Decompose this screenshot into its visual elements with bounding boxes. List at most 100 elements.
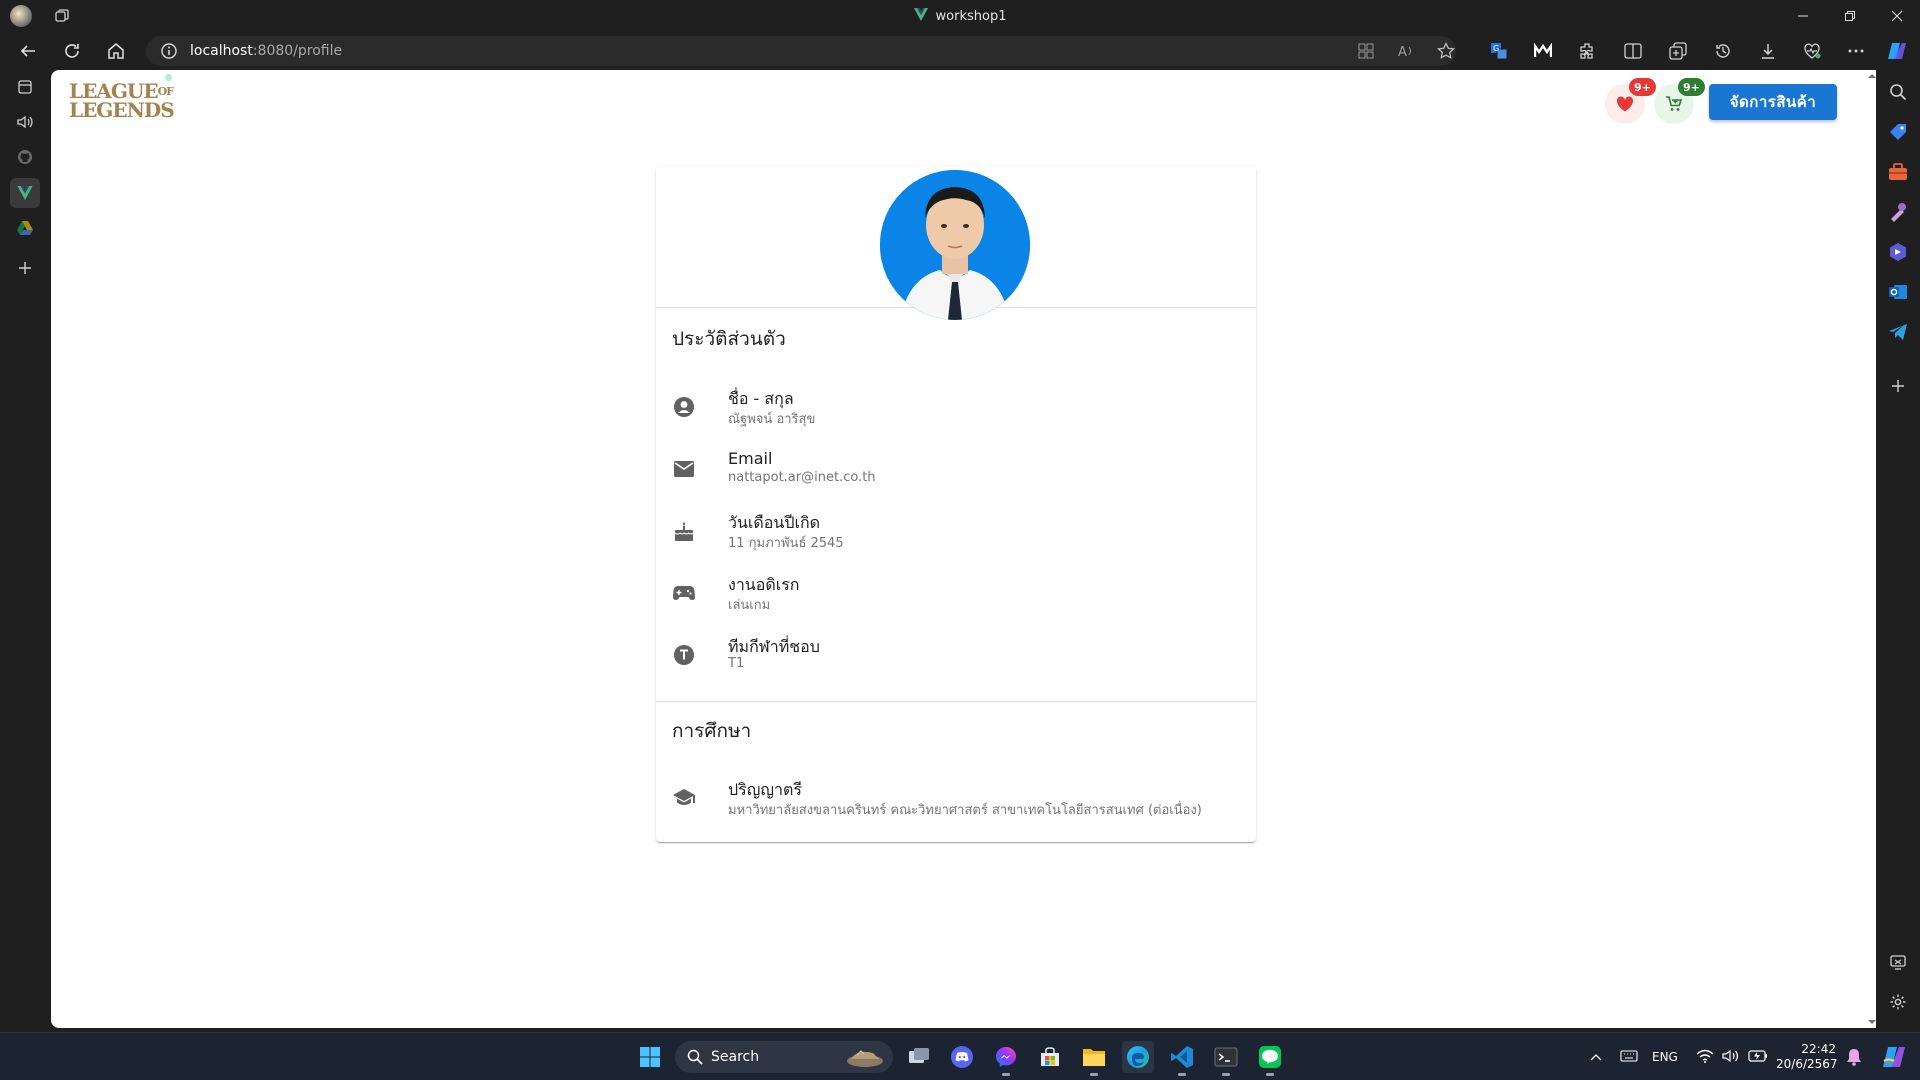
page-scrollbar[interactable] bbox=[1868, 70, 1876, 1028]
profile-item-fullname: ชื่อ - สกุล ณัฐพจน์ อาริสุข bbox=[656, 381, 1256, 441]
address-bar[interactable]: localhost:8080/profile bbox=[146, 36, 1456, 66]
downloads-icon[interactable] bbox=[1757, 40, 1779, 62]
close-button[interactable] bbox=[1874, 0, 1920, 32]
edge-browser-icon[interactable] bbox=[1122, 1041, 1154, 1073]
personal-history-heading: ประวัติส่วนตัว bbox=[672, 328, 786, 350]
svg-text:A: A bbox=[1398, 45, 1407, 59]
browser-title-bar: workshop1 bbox=[0, 0, 1920, 32]
cake-icon bbox=[672, 519, 696, 543]
favorites-button[interactable]: 9+ bbox=[1605, 78, 1656, 124]
back-button[interactable] bbox=[14, 37, 42, 65]
tab-workshop1-vue-icon[interactable] bbox=[10, 178, 40, 208]
manage-products-button[interactable]: จัดการสินค้า bbox=[1709, 84, 1837, 120]
collections-icon[interactable] bbox=[1667, 40, 1689, 62]
league-of-legends-logo[interactable]: LEAGUEOF LEGENDS bbox=[69, 81, 175, 126]
favorite-star-icon[interactable] bbox=[1435, 40, 1457, 62]
terminal-icon[interactable] bbox=[1210, 1041, 1242, 1076]
clock-time: 22:42 bbox=[1801, 1042, 1836, 1056]
taskbar-search-box[interactable]: Search bbox=[675, 1041, 893, 1073]
logo-of: OF bbox=[157, 85, 174, 98]
tab-audio-icon[interactable] bbox=[10, 107, 40, 137]
avatar-section bbox=[656, 166, 1256, 320]
sidebar-games-icon[interactable] bbox=[1886, 200, 1910, 224]
scroll-up-arrow-icon[interactable] bbox=[1868, 72, 1876, 80]
gamepad-icon bbox=[672, 581, 696, 605]
sidebar-telegram-icon[interactable] bbox=[1886, 320, 1910, 344]
sidebar-outlook-icon[interactable] bbox=[1886, 280, 1910, 304]
cart-button[interactable]: 9+ bbox=[1654, 78, 1705, 124]
new-tab-plus-icon[interactable] bbox=[10, 253, 40, 283]
cart-count-badge: 9+ bbox=[1678, 78, 1705, 96]
sidebar-screenshot-icon[interactable] bbox=[1886, 950, 1910, 974]
cart-plus-icon bbox=[1666, 96, 1683, 111]
windows-taskbar: Search ENG 22:42 20/6/2567 bbox=[0, 1032, 1920, 1080]
sidebar-add-icon[interactable] bbox=[1886, 374, 1910, 398]
window-title: workshop1 bbox=[0, 0, 1920, 32]
m-extension-icon[interactable] bbox=[1532, 40, 1554, 62]
web-page-viewport: LEAGUEOF LEGENDS 9+ 9+ จัดการสินค้า ประว… bbox=[51, 70, 1868, 1028]
history-icon[interactable] bbox=[1712, 40, 1734, 62]
scroll-down-arrow-icon[interactable] bbox=[1868, 1018, 1876, 1026]
search-label: Search bbox=[711, 1049, 760, 1065]
tab-github-icon[interactable] bbox=[10, 142, 40, 172]
vue-logo-icon bbox=[913, 7, 928, 25]
home-button[interactable] bbox=[102, 37, 130, 65]
profile-item-favorite-team: ทีมกีฬาที่ชอบ T1 bbox=[656, 629, 1256, 689]
translate-extension-icon[interactable]: G bbox=[1488, 40, 1510, 62]
start-button-windows-icon[interactable] bbox=[634, 1041, 666, 1073]
task-view-icon[interactable] bbox=[903, 1041, 935, 1073]
url-host: localhost bbox=[190, 43, 253, 59]
notifications-bell-icon[interactable] bbox=[1838, 1041, 1870, 1073]
vscode-icon[interactable] bbox=[1166, 1041, 1198, 1076]
tab-drive-icon[interactable] bbox=[10, 213, 40, 243]
sidebar-shopping-icon[interactable] bbox=[1886, 120, 1910, 144]
window-title-text: workshop1 bbox=[935, 8, 1007, 24]
sidebar-copilot-apps-icon[interactable] bbox=[1886, 240, 1910, 264]
browser-essentials-icon[interactable] bbox=[1801, 40, 1823, 62]
app-available-icon[interactable] bbox=[1355, 40, 1377, 62]
favorites-count-badge: 9+ bbox=[1629, 78, 1656, 96]
logo-line2: LEGENDS bbox=[69, 98, 175, 122]
sidebar-settings-icon[interactable] bbox=[1886, 990, 1910, 1014]
taskbar-clock[interactable]: 22:42 20/6/2567 bbox=[1776, 1042, 1838, 1072]
microsoft-store-icon[interactable] bbox=[1034, 1041, 1066, 1073]
profile-avatar bbox=[880, 170, 1030, 320]
birthdate-value: 11 กุมภาพันธ์ 2545 bbox=[728, 536, 844, 551]
messenger-icon[interactable] bbox=[990, 1041, 1022, 1076]
discord-icon[interactable] bbox=[946, 1041, 978, 1073]
svg-text:G: G bbox=[1493, 44, 1499, 53]
tab-actions-menu-icon[interactable] bbox=[10, 72, 40, 102]
heart-icon bbox=[1616, 96, 1634, 112]
email-icon bbox=[672, 457, 696, 481]
graduation-cap-icon bbox=[672, 786, 696, 810]
url-text[interactable]: localhost:8080/profile bbox=[190, 43, 342, 59]
extensions-icon[interactable] bbox=[1576, 40, 1598, 62]
wifi-icon[interactable] bbox=[1696, 1049, 1714, 1066]
system-tray: ENG bbox=[1590, 1033, 1768, 1080]
volume-icon[interactable] bbox=[1722, 1049, 1740, 1066]
keyboard-icon[interactable] bbox=[1620, 1049, 1638, 1065]
more-menu-icon[interactable] bbox=[1845, 40, 1867, 62]
clock-date: 20/6/2567 bbox=[1776, 1057, 1838, 1071]
online-status-dot bbox=[165, 74, 172, 81]
sidebar-tools-icon[interactable] bbox=[1886, 160, 1910, 184]
read-aloud-icon[interactable]: A bbox=[1395, 40, 1417, 62]
copilot-icon[interactable] bbox=[1886, 40, 1908, 62]
file-explorer-icon[interactable] bbox=[1078, 1041, 1110, 1076]
battery-icon[interactable] bbox=[1748, 1049, 1768, 1065]
restore-button[interactable] bbox=[1827, 0, 1873, 32]
minimize-button[interactable] bbox=[1780, 0, 1826, 32]
url-path: :8080/profile bbox=[252, 43, 343, 59]
sidebar-search-icon[interactable] bbox=[1886, 80, 1910, 104]
show-hidden-icons-chevron-icon[interactable] bbox=[1590, 1050, 1602, 1064]
browser-toolbar: localhost:8080/profile A G bbox=[0, 32, 1920, 70]
site-info-icon[interactable] bbox=[160, 42, 178, 60]
vertical-tab-strip bbox=[0, 70, 50, 1032]
line-app-icon[interactable] bbox=[1254, 1041, 1286, 1076]
copilot-taskbar-icon[interactable] bbox=[1878, 1041, 1910, 1073]
edge-sidebar bbox=[1876, 70, 1920, 1032]
input-language-indicator[interactable]: ENG bbox=[1652, 1050, 1678, 1064]
refresh-button[interactable] bbox=[58, 37, 86, 65]
split-screen-icon[interactable] bbox=[1622, 40, 1644, 62]
email-label: Email bbox=[728, 449, 773, 468]
